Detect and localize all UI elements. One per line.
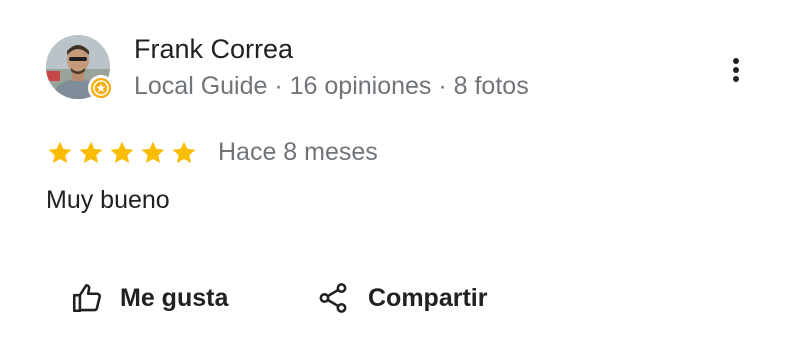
share-button[interactable]: Compartir (316, 278, 487, 318)
review-date: Hace 8 meses (218, 138, 378, 166)
star-icon (110, 141, 134, 164)
review-card: Frank Correa Local Guide · 16 opiniones … (0, 0, 800, 349)
star-rating (46, 138, 201, 168)
more-vert-icon (733, 58, 739, 82)
share-label: Compartir (368, 283, 488, 312)
star-icon (79, 141, 103, 164)
star-icon (172, 141, 196, 164)
like-button[interactable]: Me gusta (70, 278, 228, 318)
share-icon (316, 281, 350, 315)
review-text: Muy bueno (46, 186, 170, 214)
local-guide-badge-icon (88, 75, 114, 101)
star-icon (48, 141, 72, 164)
star-icon (141, 141, 165, 164)
reviewer-name[interactable]: Frank Correa (134, 32, 293, 66)
reviewer-avatar[interactable] (46, 35, 114, 101)
thumb-up-icon (70, 281, 104, 315)
more-options-button[interactable] (718, 50, 754, 90)
like-label: Me gusta (120, 283, 229, 312)
reviewer-meta[interactable]: Local Guide · 16 opiniones · 8 fotos (134, 70, 529, 102)
